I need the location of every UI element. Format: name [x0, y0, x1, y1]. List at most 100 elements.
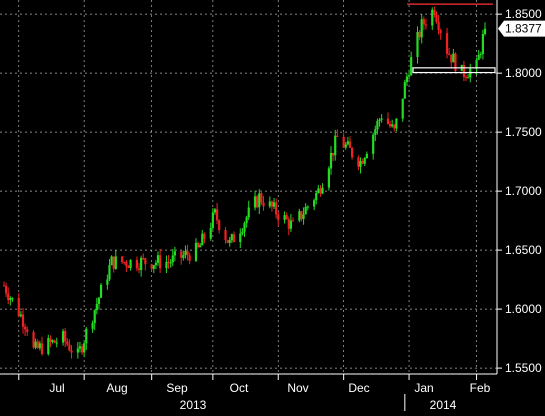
candle-body: [395, 118, 398, 129]
candle-body: [144, 258, 147, 265]
candle-body: [152, 265, 155, 269]
candle-body: [194, 242, 198, 261]
candle-body: [2, 285, 6, 287]
candle-body: [450, 54, 453, 63]
candle-body: [313, 200, 316, 207]
candle-body: [289, 220, 293, 229]
candle-body: [350, 147, 354, 158]
candle-body: [275, 202, 278, 215]
candle-body: [53, 340, 56, 343]
candle-body: [49, 338, 52, 342]
candle-body: [315, 192, 318, 201]
candle-body: [228, 240, 231, 243]
candle-body: [378, 119, 381, 122]
candle-body: [445, 33, 449, 54]
candle-body: [422, 19, 425, 25]
candle-body: [9, 298, 12, 300]
candle-body: [291, 220, 295, 222]
candle-body: [135, 259, 139, 269]
year-label: 2014: [430, 398, 457, 411]
candle-body: [159, 255, 162, 269]
candle-body: [64, 331, 67, 342]
candle-body: [357, 157, 360, 167]
candle-body: [258, 193, 261, 208]
candle-body: [262, 202, 265, 207]
candle-body: [431, 9, 434, 26]
candle-body: [184, 251, 187, 256]
candle-body: [256, 196, 259, 208]
candle-body: [285, 215, 288, 220]
y-tick-label: 1.8500: [505, 7, 542, 21]
candle-body: [36, 341, 39, 348]
candle-body: [32, 331, 35, 348]
candle-body: [211, 212, 214, 228]
candle-body: [127, 266, 130, 268]
candle-body: [270, 201, 274, 207]
candle-body: [199, 245, 202, 248]
candle-body: [272, 202, 276, 207]
candle-body: [11, 297, 14, 299]
candle-body: [433, 9, 436, 16]
candle-body: [95, 303, 98, 311]
candle-body: [21, 314, 25, 327]
candle-body: [19, 314, 22, 317]
candle-body: [317, 188, 320, 193]
candle-body: [154, 262, 157, 266]
x-tick-label: Jul: [49, 381, 64, 395]
candle-body: [123, 262, 126, 264]
candle-body: [38, 343, 41, 348]
candle-body: [156, 255, 160, 263]
candle-body: [467, 77, 470, 79]
candle-body: [346, 141, 349, 145]
candle-body: [372, 134, 375, 154]
candle-body: [344, 144, 347, 148]
candle-body: [182, 255, 185, 258]
candle-body: [298, 211, 301, 221]
candle-body: [106, 279, 109, 285]
candle-body: [393, 124, 396, 129]
candle-body: [287, 219, 290, 229]
y-tick-label: 1.6500: [505, 243, 542, 257]
candle-body: [391, 124, 394, 127]
price-chart: 1.5500 1.6000 1.6500 1.7000 1.7500 1.8000 1.85…: [0, 0, 545, 412]
candle-body: [481, 34, 484, 55]
x-tick-label: Sep: [166, 381, 188, 395]
candle-body: [51, 340, 54, 342]
candle-body: [215, 209, 219, 221]
y-tick-label: 1.6000: [505, 302, 542, 316]
candle-body: [97, 297, 101, 304]
y-tick-label: 1.5500: [505, 361, 542, 375]
candle-body: [114, 256, 117, 269]
candle-body: [171, 255, 174, 263]
candle-body: [55, 342, 58, 344]
candle-body: [93, 310, 96, 324]
candle-body: [165, 261, 168, 269]
candle-body: [169, 262, 172, 264]
candle-body: [140, 257, 143, 271]
candle-body: [477, 54, 480, 60]
candle-body: [196, 242, 200, 248]
candle-body: [302, 214, 305, 219]
candle-body: [319, 188, 322, 194]
candle-body: [268, 201, 271, 207]
candle-body: [424, 24, 428, 26]
candle-body: [277, 214, 280, 220]
candle-body: [17, 297, 20, 317]
candle-body: [76, 348, 79, 353]
candle-body: [420, 19, 423, 38]
candle-body: [137, 268, 141, 271]
candle-body: [336, 135, 339, 137]
candle-body: [213, 209, 217, 213]
candle-body: [334, 135, 337, 156]
candle-body: [321, 187, 324, 194]
candle-body: [348, 141, 352, 148]
candle-body: [61, 331, 65, 343]
candle-body: [112, 256, 115, 269]
y-tick-label: 1.7000: [505, 184, 542, 198]
candle-body: [239, 233, 242, 243]
year-label: 2013: [180, 398, 207, 411]
y-tick-label: 1.8000: [505, 66, 542, 80]
candle-body: [180, 251, 183, 258]
candle-body: [245, 217, 248, 224]
candle-body: [7, 293, 10, 300]
